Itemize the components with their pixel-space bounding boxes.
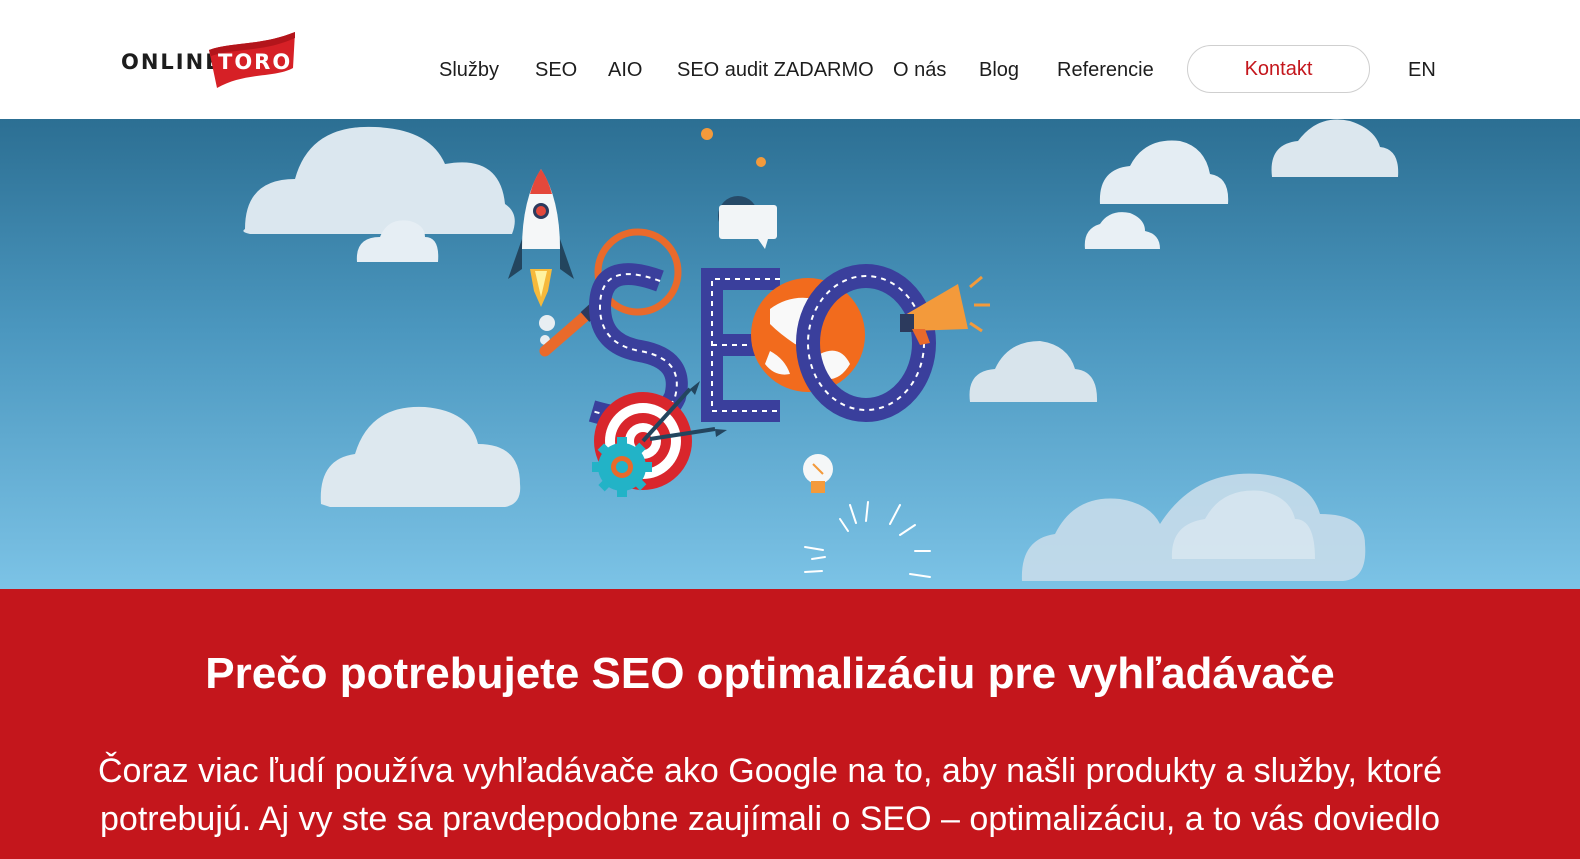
rocket-icon — [508, 169, 574, 345]
intro-section: Prečo potrebujete SEO optimalizáciu pre … — [0, 589, 1580, 859]
site-header: ONLINE TORO Služby SEO AIO SEO audit ZAD… — [0, 0, 1580, 119]
dot-icon — [701, 128, 713, 140]
speech-bubble-icon — [718, 196, 777, 249]
nav-item-blog[interactable]: Blog — [979, 56, 1019, 84]
cloud-icon — [320, 406, 521, 507]
hero-illustration — [243, 119, 1399, 581]
lightbulb-icon — [803, 454, 833, 493]
nav-item-seo-audit[interactable]: SEO audit ZADARMO — [677, 56, 874, 84]
main-nav: Služby SEO AIO SEO audit ZADARMO O nás B… — [0, 0, 1580, 119]
nav-item-seo[interactable]: SEO — [535, 56, 577, 84]
cloud-icon — [969, 341, 1098, 402]
nav-item-aio[interactable]: AIO — [608, 56, 642, 84]
seo-letters — [588, 263, 780, 430]
cloud-icon — [1084, 212, 1160, 249]
nav-item-sluzby[interactable]: Služby — [439, 56, 499, 84]
language-switch[interactable]: EN — [1408, 56, 1436, 84]
nav-item-o-nas[interactable]: O nás — [893, 56, 946, 84]
dot-icon — [756, 157, 766, 167]
cloud-icon — [1099, 140, 1229, 204]
light-rays-icon — [804, 501, 931, 578]
hero-banner — [0, 119, 1580, 589]
intro-paragraph: Čoraz viac ľudí používa vyhľadávače ako … — [97, 752, 1443, 838]
intro-heading: Prečo potrebujete SEO optimalizáciu pre … — [205, 649, 1335, 698]
contact-button[interactable]: Kontakt — [1187, 45, 1370, 93]
nav-item-referencie[interactable]: Referencie — [1057, 56, 1154, 84]
cloud-icon — [1271, 119, 1399, 177]
cloud-icon — [243, 126, 515, 234]
